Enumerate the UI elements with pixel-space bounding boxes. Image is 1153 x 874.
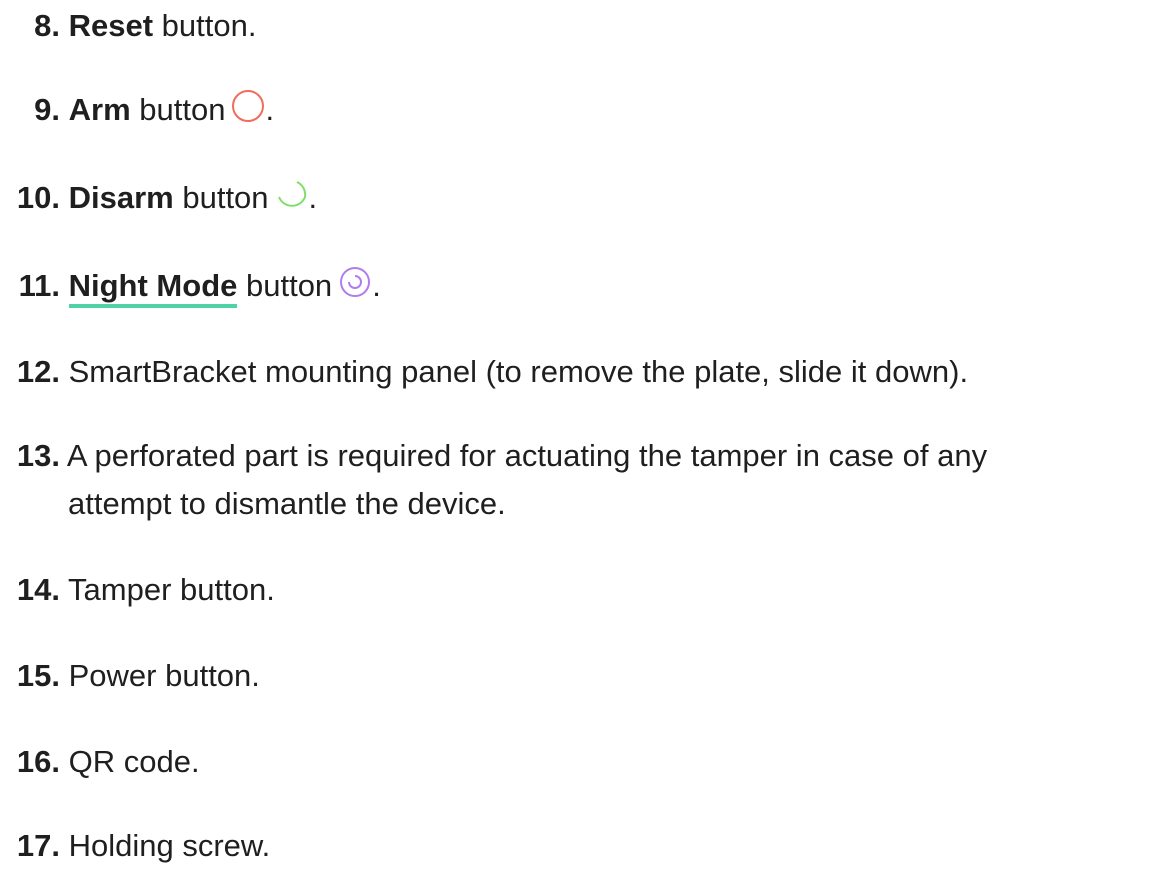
item-text: SmartBracket mounting panel (to remove t…: [60, 354, 969, 389]
night-mode-link[interactable]: Night Mode: [68, 268, 238, 308]
item-title: Reset: [68, 8, 154, 43]
component-list: 8. Reset button. 9. Arm button. 10. Disa…: [0, 0, 1153, 874]
item-number: 12.: [16, 354, 60, 389]
item-text-continued: attempt to dismantle the device.: [68, 486, 506, 521]
item-title: Disarm: [68, 180, 174, 215]
disarm-arc-icon: [275, 177, 309, 225]
item-number: 15.: [16, 658, 60, 693]
list-item-9: 9. Arm button.: [0, 86, 274, 137]
item-number: 13.: [16, 438, 60, 473]
item-text: Holding screw.: [60, 828, 271, 863]
list-item-14: 14. Tamper button.: [0, 566, 275, 614]
item-text: QR code.: [60, 744, 200, 779]
arm-circle-icon: [231, 89, 265, 137]
item-text: button: [237, 268, 333, 303]
list-item-16: 16. QR code.: [0, 738, 200, 786]
item-title: Arm: [68, 92, 131, 127]
item-number: 14.: [16, 572, 60, 607]
list-item-13: 13. A perforated part is required for ac…: [0, 432, 987, 528]
list-item-12: 12. SmartBracket mounting panel (to remo…: [0, 348, 968, 396]
item-text: button: [130, 92, 226, 127]
item-text: button: [173, 180, 269, 215]
item-text: Tamper button.: [60, 572, 275, 607]
item-number: 16.: [16, 744, 60, 779]
item-number: 11.: [18, 268, 60, 303]
list-item-15: 15. Power button.: [0, 652, 260, 700]
item-text: button.: [153, 8, 257, 43]
list-item-11: 11. Night Mode button.: [0, 262, 381, 313]
item-number: 8.: [34, 8, 60, 43]
list-item-10: 10. Disarm button.: [0, 174, 317, 225]
item-text: Power button.: [60, 658, 260, 693]
item-text: A perforated part is required for actuat…: [60, 438, 988, 473]
item-period: .: [308, 180, 318, 215]
item-period: .: [372, 268, 381, 303]
list-item-8: 8. Reset button.: [0, 2, 256, 50]
night-mode-icon: [338, 265, 372, 313]
item-period: .: [265, 92, 275, 127]
item-number: 9.: [34, 92, 60, 127]
item-number: 17.: [16, 828, 60, 863]
list-item-17: 17. Holding screw.: [0, 822, 270, 870]
item-number: 10.: [16, 180, 60, 215]
